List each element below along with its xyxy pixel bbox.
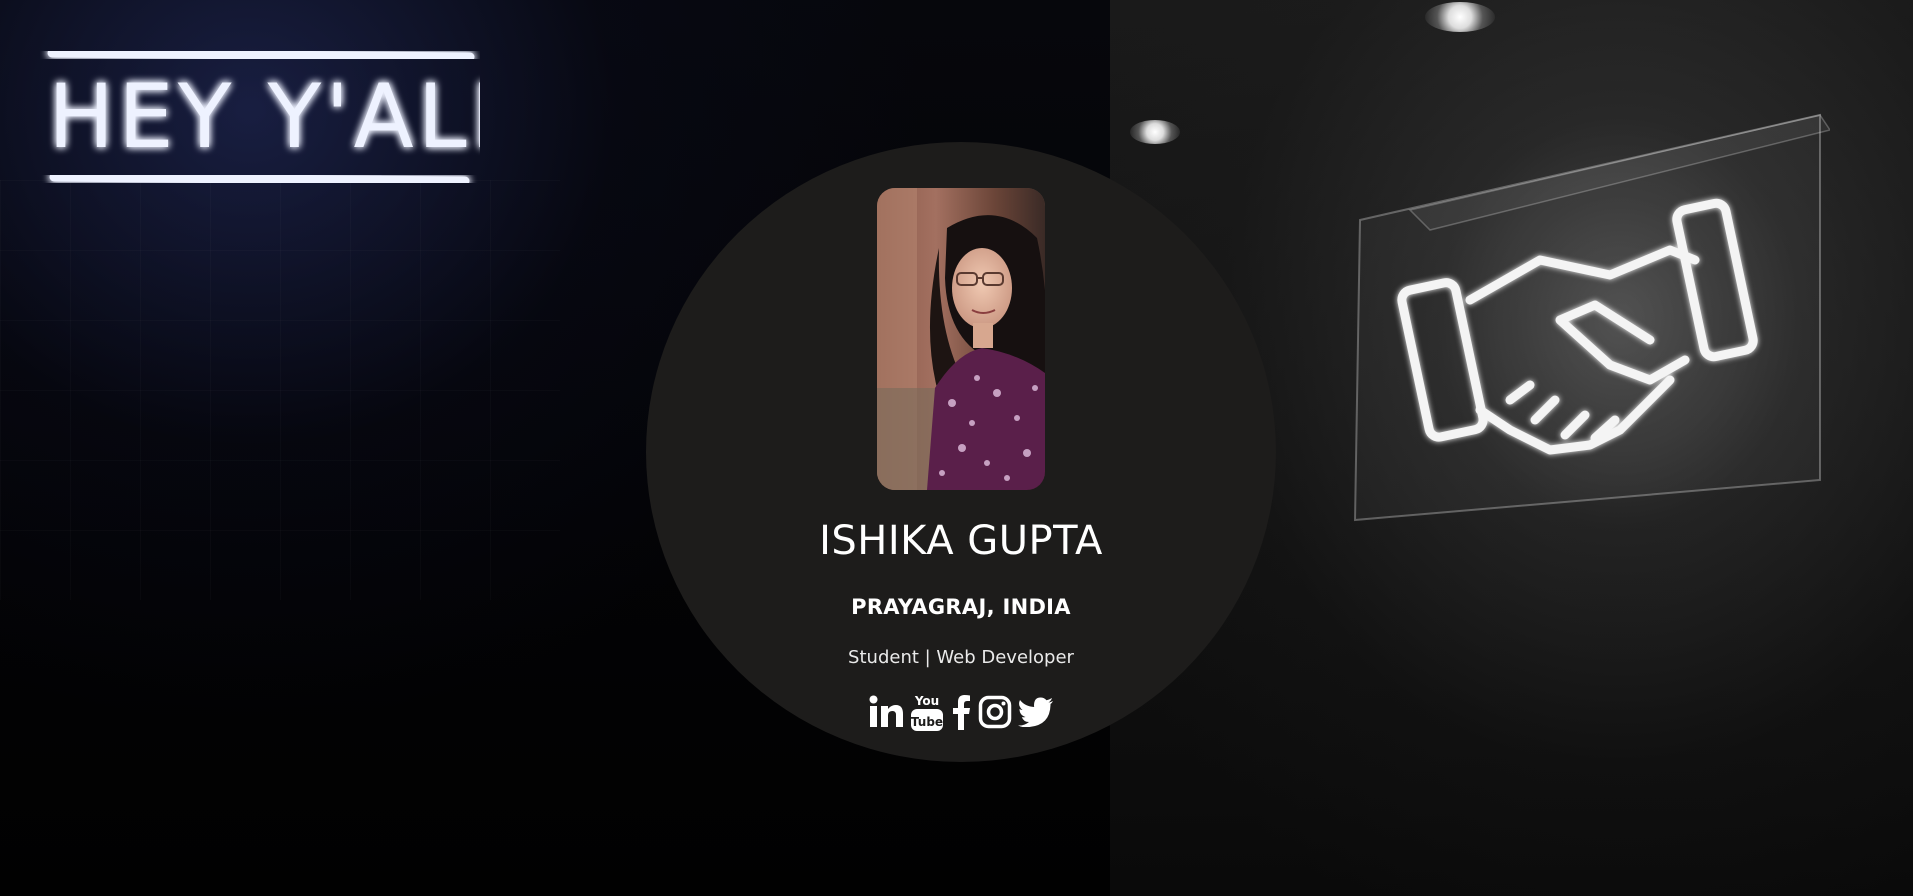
background-tile-grid	[0, 180, 560, 600]
facebook-icon	[953, 695, 970, 730]
linkedin-icon	[869, 695, 903, 727]
profile-name: ISHIKA GUPTA	[819, 518, 1103, 564]
profile-page: HEY Y'ALL ISHIKA GUPTA PRAYAGRAJ, INDIA …	[0, 0, 1913, 896]
svg-text:You: You	[914, 694, 939, 708]
youtube-icon: You Tube	[911, 694, 943, 731]
instagram-link[interactable]	[978, 692, 1012, 732]
ceiling-light-2	[1130, 120, 1180, 144]
profile-tagline: Student | Web Developer	[848, 647, 1074, 668]
youtube-link[interactable]: You Tube	[910, 692, 944, 732]
svg-text:HEY Y'ALL: HEY Y'ALL	[48, 65, 480, 168]
svg-text:Tube: Tube	[911, 715, 943, 729]
social-links: You Tube	[646, 692, 1276, 732]
twitter-icon	[1018, 697, 1053, 727]
ceiling-light-1	[1425, 2, 1495, 32]
instagram-icon	[978, 695, 1012, 729]
facebook-link[interactable]	[950, 692, 972, 732]
neon-sign-hey-yall: HEY Y'ALL	[40, 35, 520, 195]
twitter-link[interactable]	[1018, 692, 1054, 732]
profile-photo	[877, 188, 1045, 490]
neon-handshake-sign	[1350, 110, 1832, 530]
linkedin-link[interactable]	[868, 692, 904, 732]
profile-location: PRAYAGRAJ, INDIA	[851, 595, 1071, 619]
